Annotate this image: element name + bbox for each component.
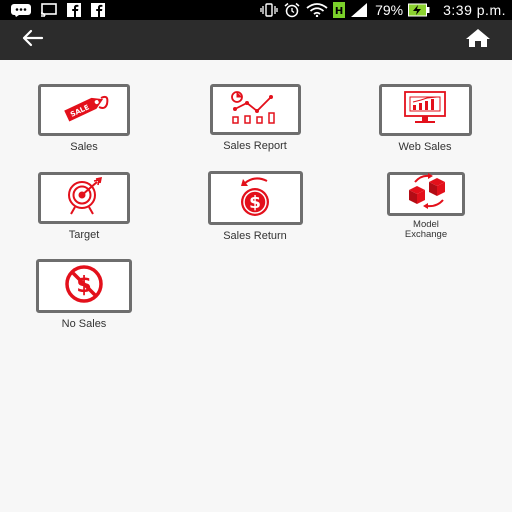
status-bar: H 79% 3:39 p.m. xyxy=(0,0,512,20)
menu-item-web-sales[interactable]: Web Sales xyxy=(370,84,480,153)
back-button[interactable] xyxy=(16,24,48,56)
menu-item-sales-report[interactable]: Sales Report xyxy=(200,84,310,152)
menu-item-target[interactable]: Target xyxy=(29,172,139,241)
signal-icon xyxy=(350,2,368,18)
home-button[interactable] xyxy=(462,24,494,56)
menu-item-web-sales-label: Web Sales xyxy=(398,141,452,153)
bbm-icon xyxy=(10,3,32,17)
menu-item-model-exchange-box[interactable] xyxy=(387,172,465,216)
menu-item-sales-return-label: Sales Return xyxy=(223,230,287,242)
menu-item-target-box[interactable] xyxy=(38,172,130,224)
target-icon xyxy=(61,176,107,221)
no-dollar-icon: $ xyxy=(62,263,106,310)
menu-item-sales[interactable]: SALE Sales xyxy=(29,84,139,153)
facebook-icon xyxy=(66,3,82,17)
dollar-return-icon: $ xyxy=(231,174,279,223)
arrow-left-icon xyxy=(20,28,44,53)
wifi-icon xyxy=(306,3,328,17)
cube-exchange-icon xyxy=(399,172,453,217)
menu-item-model-exchange-label: Model Exchange xyxy=(405,220,447,240)
facebook-icon xyxy=(90,3,106,17)
menu-item-sales-box[interactable]: SALE xyxy=(38,84,130,136)
battery-charging-icon xyxy=(408,3,430,17)
chart-report-icon xyxy=(227,89,283,130)
menu-item-sales-return[interactable]: $ Sales Return xyxy=(200,171,310,242)
menu-item-no-sales[interactable]: $ No Sales xyxy=(29,259,139,330)
monitor-chart-icon xyxy=(397,89,453,132)
menu-item-sales-report-label: Sales Report xyxy=(223,140,287,152)
vibrate-icon xyxy=(260,3,278,17)
status-bar-notifications xyxy=(10,3,106,17)
alarm-icon xyxy=(283,2,301,18)
menu-item-web-sales-box[interactable] xyxy=(378,84,472,136)
menu-item-target-label: Target xyxy=(68,229,100,241)
cast-icon xyxy=(40,3,58,17)
network-h-icon: H xyxy=(333,2,346,18)
status-bar-system: H 79% 3:39 p.m. xyxy=(260,2,506,18)
status-time: 3:39 p.m. xyxy=(443,2,506,18)
menu-item-model-exchange-label-line2: Exchange xyxy=(404,229,448,240)
menu-item-sales-label: Sales xyxy=(70,141,98,153)
menu-item-sales-report-box[interactable] xyxy=(209,84,301,135)
sale-tag-icon: SALE xyxy=(57,90,111,131)
home-icon xyxy=(465,28,491,53)
menu-item-sales-return-box[interactable]: $ xyxy=(207,171,303,225)
svg-text:$: $ xyxy=(249,193,261,213)
svg-text:H: H xyxy=(335,6,343,17)
menu-item-no-sales-box[interactable]: $ xyxy=(36,259,132,313)
battery-percent: 79% xyxy=(375,2,404,18)
menu-item-no-sales-label: No Sales xyxy=(61,318,107,330)
app-toolbar xyxy=(0,20,512,60)
menu-item-model-exchange[interactable]: Model Exchange xyxy=(371,172,481,240)
